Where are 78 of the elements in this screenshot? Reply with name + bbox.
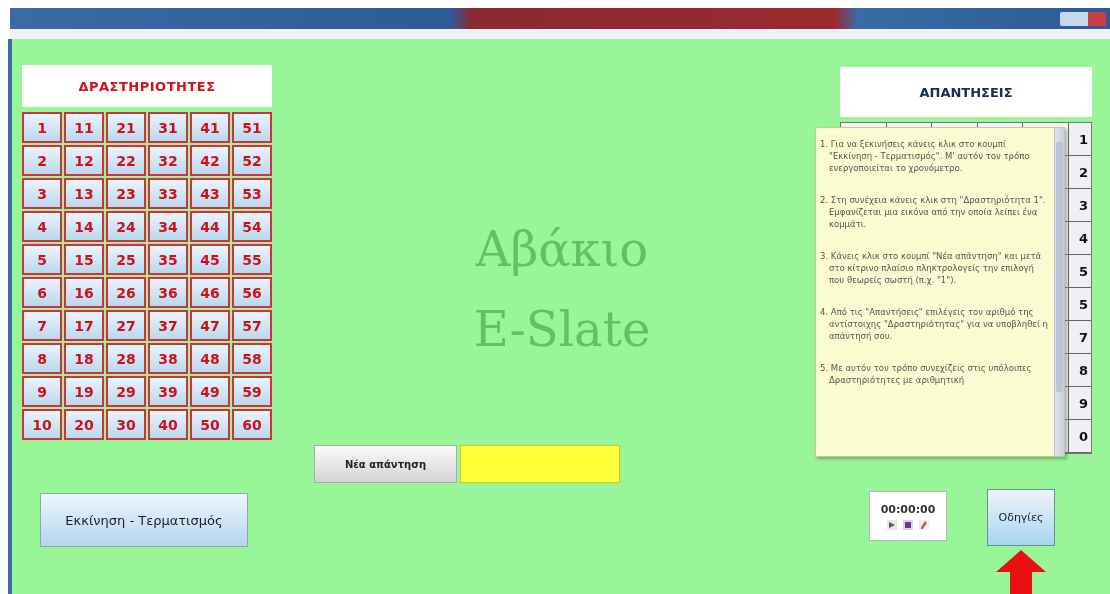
activity-button[interactable]: 11 (64, 112, 104, 143)
start-stop-button[interactable]: Εκκίνηση - Τερματισμός (40, 493, 248, 547)
activity-button[interactable]: 21 (106, 112, 146, 143)
activity-button[interactable]: 50 (190, 409, 230, 440)
activity-button[interactable]: 55 (232, 244, 272, 275)
activity-button[interactable]: 46 (190, 277, 230, 308)
activity-button[interactable]: 48 (190, 343, 230, 374)
activity-button[interactable]: 12 (64, 145, 104, 176)
activity-button[interactable]: 32 (148, 145, 188, 176)
activity-button[interactable]: 27 (106, 310, 146, 341)
activity-button[interactable]: 29 (106, 376, 146, 407)
activity-button[interactable]: 49 (190, 376, 230, 407)
activity-button[interactable]: 52 (232, 145, 272, 176)
activity-button[interactable]: 39 (148, 376, 188, 407)
activity-button[interactable]: 2 (22, 145, 62, 176)
activity-button[interactable]: 44 (190, 211, 230, 242)
activity-button[interactable]: 31 (148, 112, 188, 143)
instruction-text: 2. Στη συνέχεια κάνεις κλικ στη "Δραστηριότητα 1". Εμφανίζεται μια εικόνα από την οποία λείπει ένα κομμάτι. (820, 194, 1047, 230)
answers-title: ΑΠΑΝΤΗΣΕΙΣ (840, 67, 1092, 117)
activity-button[interactable]: 14 (64, 211, 104, 242)
activity-button[interactable]: 17 (64, 310, 104, 341)
activity-button[interactable]: 23 (106, 178, 146, 209)
activity-button[interactable]: 1 (22, 112, 62, 143)
activity-button[interactable]: 58 (232, 343, 272, 374)
activity-button[interactable]: 4 (22, 211, 62, 242)
activity-button[interactable]: 30 (106, 409, 146, 440)
activity-button[interactable]: 22 (106, 145, 146, 176)
stop-icon[interactable] (903, 519, 913, 530)
activity-button[interactable]: 10 (22, 409, 62, 440)
activity-button[interactable]: 13 (64, 178, 104, 209)
activity-button[interactable]: 54 (232, 211, 272, 242)
answer-input-field[interactable] (460, 445, 620, 483)
activity-button[interactable]: 15 (64, 244, 104, 275)
activity-button[interactable]: 56 (232, 277, 272, 308)
activity-button[interactable]: 20 (64, 409, 104, 440)
up-arrow-icon (996, 550, 1046, 594)
activity-button[interactable]: 5 (22, 244, 62, 275)
play-icon[interactable] (887, 519, 897, 530)
activity-button[interactable]: 41 (190, 112, 230, 143)
pencil-icon[interactable] (919, 519, 929, 530)
activity-button[interactable]: 36 (148, 277, 188, 308)
activity-button[interactable]: 3 (22, 178, 62, 209)
activity-button[interactable]: 25 (106, 244, 146, 275)
activity-button[interactable]: 26 (106, 277, 146, 308)
activity-button[interactable]: 18 (64, 343, 104, 374)
activity-button[interactable]: 7 (22, 310, 62, 341)
activity-button[interactable]: 33 (148, 178, 188, 209)
activity-button[interactable]: 47 (190, 310, 230, 341)
activity-button[interactable]: 6 (22, 277, 62, 308)
activity-button[interactable]: 42 (190, 145, 230, 176)
instruction-text: 3. Κάνεις κλικ στο κουμπί "Νέα απάντηση" και μετά στο κίτρινο πλαίσιο πληκτρολογείς την επιλογή που θεωρείς σωστή (π.χ. "1"). (820, 250, 1043, 286)
activity-button[interactable]: 9 (22, 376, 62, 407)
activity-button[interactable]: 38 (148, 343, 188, 374)
activity-button[interactable]: 28 (106, 343, 146, 374)
activities-title: ΔΡΑΣΤΗΡΙΟΤΗΤΕΣ (22, 65, 272, 107)
activity-button[interactable]: 51 (232, 112, 272, 143)
activity-button[interactable]: 43 (190, 178, 230, 209)
activity-button[interactable]: 40 (148, 409, 188, 440)
activity-button[interactable]: 45 (190, 244, 230, 275)
instruction-text: 5. Με αυτόν τον τρόπο συνεχίζεις στις υπόλοιπες Δραστηριότητες με αριθμητική (820, 362, 1033, 386)
scrollbar[interactable] (1054, 128, 1064, 456)
activity-button[interactable]: 60 (232, 409, 272, 440)
activity-button[interactable]: 34 (148, 211, 188, 242)
activity-button[interactable]: 37 (148, 310, 188, 341)
instructions-button[interactable]: Οδηγίες (987, 489, 1055, 546)
activity-button[interactable]: 19 (64, 376, 104, 407)
new-answer-button[interactable]: Νέα απάντηση (314, 445, 457, 483)
activity-button[interactable]: 24 (106, 211, 146, 242)
activity-button[interactable]: 8 (22, 343, 62, 374)
timer-text: 00:00:00 (880, 502, 936, 516)
instruction-text: 1. Για να ξεκινήσεις κάνεις κλικ στο κουμπί "Εκκίνηση - Τερματισμός". Μ' αυτόν τον τρόπο ενεργοποιείται το χρονόμετρο. (820, 138, 1031, 174)
activity-button[interactable]: 16 (64, 277, 104, 308)
activity-button[interactable]: 57 (232, 310, 272, 341)
activity-button[interactable]: 35 (148, 244, 188, 275)
activity-button[interactable]: 59 (232, 376, 272, 407)
window-controls[interactable] (1060, 11, 1106, 26)
activity-button[interactable]: 53 (232, 178, 272, 209)
instruction-text: 4. Από τις "Απαντήσεις" επιλέγεις τον αριθμό της αντίστοιχης "Δραστηριότητας" για να υποβληθεί η απάντησή σου. (820, 306, 1048, 342)
